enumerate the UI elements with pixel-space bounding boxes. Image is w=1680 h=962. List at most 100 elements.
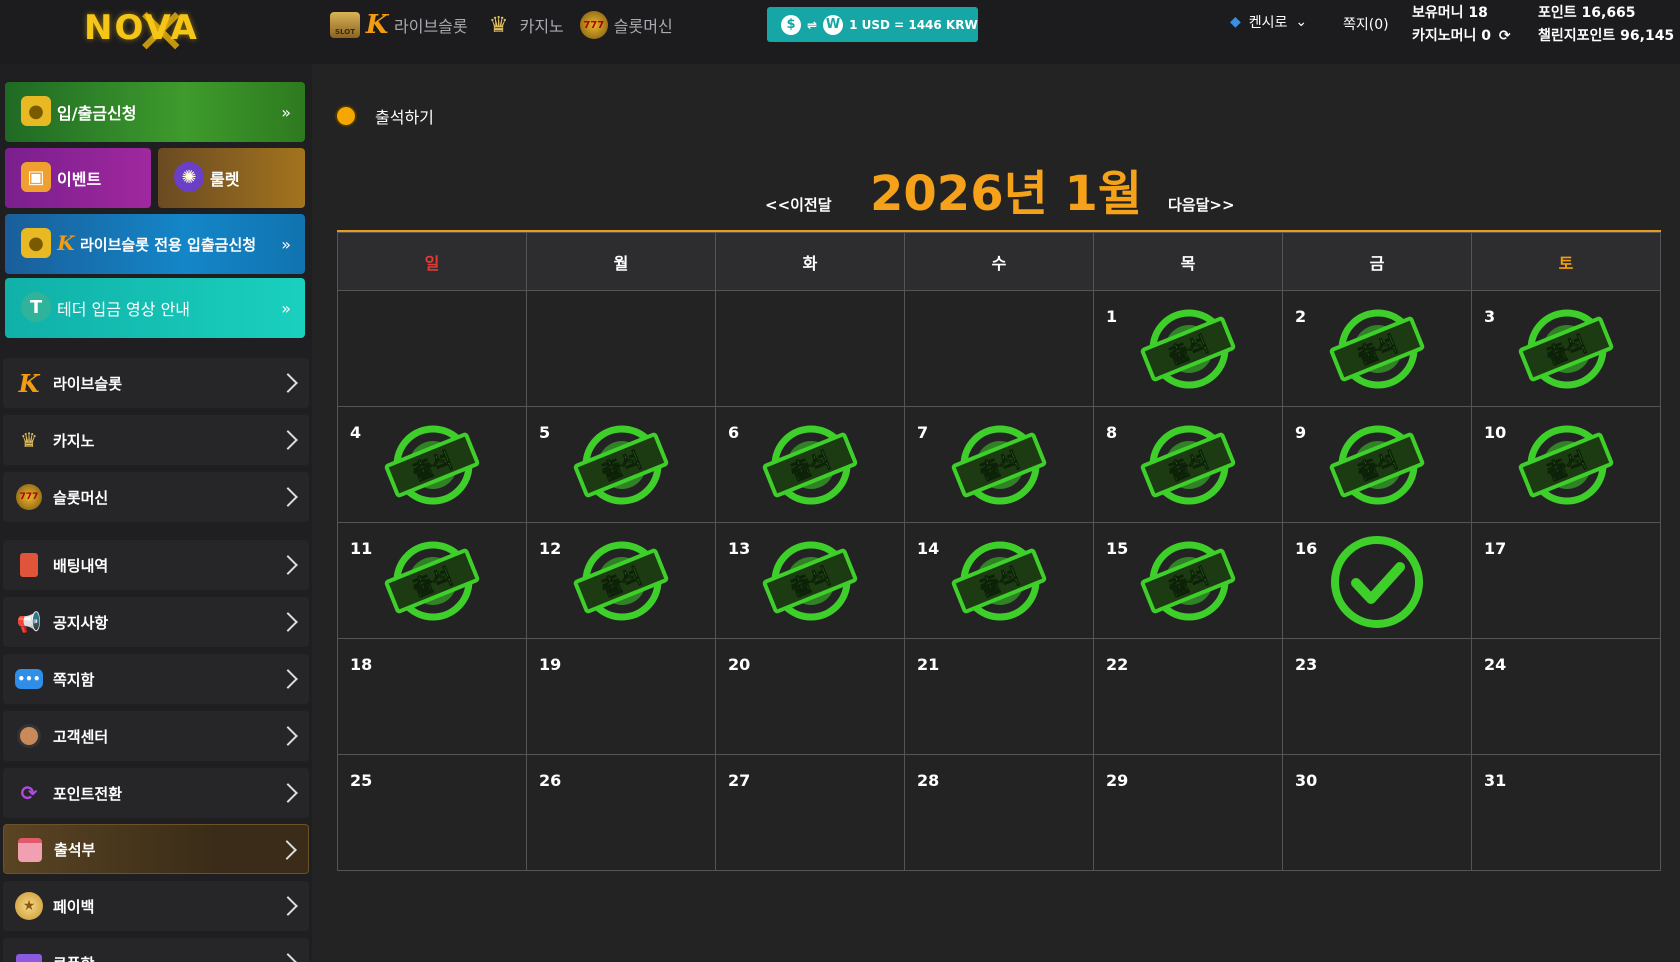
chevron-right-icon <box>278 373 298 393</box>
day-number: 15 <box>1106 539 1129 558</box>
top-nav-slot-machine[interactable]: 777 슬롯머신 <box>579 10 673 40</box>
day-number: 4 <box>350 423 362 442</box>
calendar-day-cell: 24 <box>1471 638 1661 755</box>
betting-history-icon <box>13 550 45 580</box>
slot-machine-icon: 777 <box>579 11 608 39</box>
dollar-icon: $ <box>781 14 801 35</box>
calendar-day-cell: 31 <box>1471 754 1661 871</box>
calendar-day-cell: 8 출석 <box>1093 406 1283 523</box>
calendar-day-cell: 10 출석 <box>1471 406 1661 523</box>
calendar-week-row: 18 19 20 21 22 23 24 <box>337 638 1661 755</box>
day-number: 6 <box>728 423 740 442</box>
deposit-withdraw-button[interactable]: ● 입/출금신청 » <box>5 82 305 142</box>
calendar-day-cell: 1 출석 <box>1093 290 1283 407</box>
tether-icon: T <box>21 292 51 322</box>
calendar-day-cell: 20 <box>715 638 905 755</box>
attendance-stamp-icon: 출석 <box>572 423 670 507</box>
month-title: 2026년 1월 <box>870 166 1143 222</box>
day-number: 2 <box>1295 307 1307 326</box>
attendance-stamp-icon: 출석 <box>950 539 1048 623</box>
attendance-stamp-icon: 출석 <box>572 539 670 623</box>
exchange-rate-badge[interactable]: $ ⇌ W 1 USD = 1446 KRW <box>767 7 978 42</box>
points-info: 포인트 16,665 챌린지포인트 96,145 <box>1538 2 1674 48</box>
day-number: 8 <box>1106 423 1118 442</box>
day-number: 3 <box>1484 307 1496 326</box>
sidebar-item-label: 카지노 <box>53 431 95 450</box>
weekday-thu: 목 <box>1093 232 1283 291</box>
day-number: 24 <box>1484 655 1507 674</box>
calendar-day-cell: 4 출석 <box>337 406 527 523</box>
sidebar-item-betting-history[interactable]: 배팅내역 <box>3 540 309 590</box>
top-bar: ✕ NOVA SLOT K 라이브슬롯 ♛ 카지노 777 슬롯머신 $ ⇌ W… <box>0 0 1680 70</box>
sidebar-item-coupon[interactable]: 쿠폰함 <box>3 938 309 962</box>
day-number: 27 <box>728 771 751 790</box>
sidebar-item-label: 공지사항 <box>53 613 109 632</box>
top-nav-casino[interactable]: ♛ 카지노 <box>484 10 564 40</box>
day-number: 12 <box>539 539 562 558</box>
sidebar-item-casino[interactable]: ♛ 카지노 <box>3 415 309 465</box>
user-name: 켄시로 <box>1248 15 1288 31</box>
site-logo[interactable]: ✕ NOVA <box>78 0 223 70</box>
sidebar-item-label: 배팅내역 <box>53 556 109 575</box>
calendar-day-cell: 28 <box>904 754 1094 871</box>
attendance-stamp-icon: 출석 <box>383 423 481 507</box>
sidebar-item-payback[interactable]: ★ 페이백 <box>3 881 309 931</box>
calendar-empty-cell <box>337 290 527 407</box>
live-slot-icon: K <box>365 10 389 40</box>
day-number: 28 <box>917 771 940 790</box>
calendar-day-cell: 26 <box>526 754 716 871</box>
day-number: 19 <box>539 655 562 674</box>
top-nav-label: 라이브슬롯 <box>394 17 468 36</box>
top-nav-label: 슬롯머신 <box>613 17 673 36</box>
sidebar-item-slot-machine[interactable]: 777 슬롯머신 <box>3 472 309 522</box>
event-label: 이벤트 <box>57 170 102 189</box>
top-nav-live-slot[interactable]: SLOT K 라이브슬롯 <box>330 10 468 40</box>
coins-icon: ● <box>21 228 51 258</box>
event-button[interactable]: ▣ 이벤트 <box>5 148 151 208</box>
attendance-stamp-icon: 출석 <box>761 423 859 507</box>
roulette-button[interactable]: ✺ 룰렛 <box>158 148 305 208</box>
calendar-day-cell: 25 <box>337 754 527 871</box>
coins-icon: ● <box>21 96 51 126</box>
challenge-points-value: 챌린지포인트 96,145 <box>1538 28 1675 44</box>
weekday-sun: 일 <box>337 232 527 291</box>
attendance-stamp-icon: 출석 <box>1139 307 1237 391</box>
chevron-right-icon <box>278 726 298 746</box>
casino-icon: ♛ <box>20 428 38 452</box>
tether-guide-button[interactable]: T 테더 입금 영상 안내 » <box>5 278 305 338</box>
day-number: 29 <box>1106 771 1129 790</box>
attendance-stamp-icon: 출석 <box>1517 423 1615 507</box>
top-nav-label: 카지노 <box>519 17 564 36</box>
chevron-right-icon <box>278 953 298 962</box>
bullet-dot-icon <box>337 107 355 125</box>
sidebar-item-live-slot[interactable]: K 라이브슬롯 <box>3 358 309 408</box>
sidebar-item-label: 라이브슬롯 <box>53 374 123 393</box>
live-slot-deposit-button[interactable]: ● K 라이브슬롯 전용 입출금신청 » <box>5 214 305 274</box>
sidebar-item-notice[interactable]: 📢 공지사항 <box>3 597 309 647</box>
attendance-stamp-icon: 출석 <box>761 539 859 623</box>
sidebar: ● 입/출금신청 » ▣ 이벤트 ✺ 룰렛 ● K 라이브슬롯 전용 입출금신청… <box>0 64 312 962</box>
sidebar-item-label: 페이백 <box>53 897 95 916</box>
next-month-link[interactable]: 다음달>> <box>1168 194 1235 215</box>
sidebar-item-messages[interactable]: ••• 쪽지함 <box>3 654 309 704</box>
sidebar-item-point-exchange[interactable]: ⟳ 포인트전환 <box>3 768 309 818</box>
live-slot-icon: K <box>18 368 40 398</box>
sidebar-item-support[interactable]: 고객센터 <box>3 711 309 761</box>
calendar-week-row: 11 출석 12 출석 13 출석 14 출석 15 출석 16 17 <box>337 522 1661 639</box>
calendar-day-cell: 6 출석 <box>715 406 905 523</box>
section-title: 출석하기 <box>375 108 434 127</box>
notes-link[interactable]: 쪽지(0) <box>1343 14 1389 34</box>
day-number: 26 <box>539 771 562 790</box>
refresh-icon[interactable]: ⟳ <box>1499 25 1511 48</box>
prev-month-link[interactable]: <<이전달 <box>765 194 832 215</box>
user-menu[interactable]: ◆ 켄시로 ⌄ <box>1230 12 1307 32</box>
calendar-day-cell: 16 <box>1282 522 1472 639</box>
day-number: 23 <box>1295 655 1318 674</box>
calendar-day-cell: 12 출석 <box>526 522 716 639</box>
gift-icon: ▣ <box>21 162 51 192</box>
sidebar-item-label: 고객센터 <box>53 727 109 746</box>
attendance-stamp-icon: 출석 <box>1139 423 1237 507</box>
roulette-label: 룰렛 <box>210 170 240 189</box>
day-number: 17 <box>1484 539 1507 558</box>
sidebar-item-attendance[interactable]: 출석부 <box>3 824 309 874</box>
